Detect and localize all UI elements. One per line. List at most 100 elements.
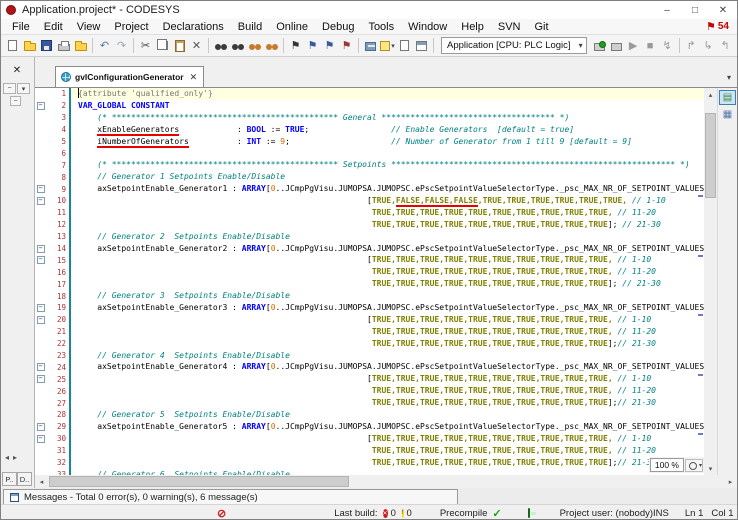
copy-button[interactable] (154, 37, 171, 54)
close-button[interactable]: ✕ (709, 1, 737, 19)
redo-button[interactable]: ↷ (113, 37, 130, 54)
code-line-4[interactable]: xEnableGenerators : BOOL := TRUE; // Ena… (71, 124, 704, 136)
horizontal-scroll-thumb[interactable] (49, 476, 349, 487)
menu-file[interactable]: File (5, 21, 37, 33)
code-line-29[interactable]: axSetpointEnable_Generator5 : ARRAY[0..J… (71, 421, 704, 433)
menu-project[interactable]: Project (107, 21, 155, 33)
panel-tab-scroll-left[interactable]: ◂ (5, 453, 9, 462)
find-button[interactable] (212, 37, 229, 54)
code-line-9[interactable]: axSetpointEnable_Generator1 : ARRAY[0..J… (71, 183, 704, 195)
login-button[interactable] (591, 37, 608, 54)
fold-collapse-icon[interactable]: − (37, 363, 45, 371)
fold-collapse-icon[interactable]: − (37, 316, 45, 324)
code-line-25[interactable]: [TRUE,TRUE,TRUE,TRUE,TRUE,TRUE,TRUE,TRUE… (71, 373, 704, 385)
zoom-level[interactable]: 100 % (650, 458, 684, 472)
code-line-32[interactable]: TRUE,TRUE,TRUE,TRUE,TRUE,TRUE,TRUE,TRUE,… (71, 457, 704, 469)
code-line-30[interactable]: [TRUE,TRUE,TRUE,TRUE,TRUE,TRUE,TRUE,TRUE… (71, 433, 704, 445)
tab-gvlconfigurationgenerator[interactable]: gvlConfigurationGenerator ✕ (55, 66, 204, 87)
start-button[interactable]: ▶ (625, 37, 642, 54)
code-line-2[interactable]: VAR_GLOBAL CONSTANT (71, 100, 704, 112)
scroll-down-icon[interactable]: ▾ (704, 462, 717, 475)
menu-edit[interactable]: Edit (37, 21, 70, 33)
code-line-3[interactable]: (* *************************************… (71, 112, 704, 124)
menu-declarations[interactable]: Declarations (156, 21, 231, 33)
panel-tab-scroll-right[interactable]: ▸ (13, 453, 17, 462)
code-line-24[interactable]: axSetpointEnable_Generator4 : ARRAY[0..J… (71, 361, 704, 373)
code-line-12[interactable]: TRUE,TRUE,TRUE,TRUE,TRUE,TRUE,TRUE,TRUE,… (71, 219, 704, 231)
new-file-button[interactable] (4, 37, 21, 54)
logout-button[interactable] (608, 37, 625, 54)
bookmark-previous-button[interactable]: ⚑ (321, 37, 338, 54)
tab-close-icon[interactable]: ✕ (190, 72, 198, 83)
bookmark-next-button[interactable]: ⚑ (304, 37, 321, 54)
code-pane[interactable]: {attribute 'qualified_only'}VAR_GLOBAL C… (71, 88, 704, 475)
menu-tools[interactable]: Tools (361, 21, 401, 33)
fold-collapse-icon[interactable]: − (37, 245, 45, 253)
paste-button[interactable] (171, 37, 188, 54)
horizontal-scrollbar[interactable]: ◂ ▸ (35, 475, 737, 488)
insert-mode[interactable]: INS (653, 508, 669, 519)
fold-collapse-icon[interactable]: − (37, 256, 45, 264)
save-button[interactable] (38, 37, 55, 54)
code-line-22[interactable]: TRUE,TRUE,TRUE,TRUE,TRUE,TRUE,TRUE,TRUE,… (71, 338, 704, 350)
bookmark-clear-button[interactable]: ⚑ (338, 37, 355, 54)
delete-button[interactable]: ✕ (188, 37, 205, 54)
panel-collapse-icon-2[interactable]: − (10, 96, 21, 106)
menu-view[interactable]: View (70, 21, 108, 33)
code-line-31[interactable]: TRUE,TRUE,TRUE,TRUE,TRUE,TRUE,TRUE,TRUE,… (71, 445, 704, 457)
code-line-20[interactable]: [TRUE,TRUE,TRUE,TRUE,TRUE,TRUE,TRUE,TRUE… (71, 314, 704, 326)
panel-dropdown-icon[interactable]: ▾ (17, 83, 30, 94)
find-in-project-button[interactable] (246, 37, 263, 54)
undo-button[interactable]: ↶ (96, 37, 113, 54)
code-line-21[interactable]: TRUE,TRUE,TRUE,TRUE,TRUE,TRUE,TRUE,TRUE,… (71, 326, 704, 338)
vertical-scrollbar[interactable]: ▴ ▾ (704, 88, 717, 475)
cut-button[interactable]: ✂ (137, 37, 154, 54)
code-line-7[interactable]: (* *************************************… (71, 159, 704, 171)
run-to-cursor-button[interactable]: ↦ (734, 37, 738, 54)
tabular-view-button[interactable]: ▦ (719, 107, 736, 122)
code-line-8[interactable]: // Generator 1 Setpoints Enable/Disable (71, 171, 704, 183)
code-line-15[interactable]: [TRUE,TRUE,TRUE,TRUE,TRUE,TRUE,TRUE,TRUE… (71, 254, 704, 266)
fold-collapse-icon[interactable]: − (37, 375, 45, 383)
code-line-5[interactable]: iNumberOfGenerators : INT := 9; // Numbe… (71, 136, 704, 148)
print-button[interactable] (55, 37, 72, 54)
magnifier-zoom-icon[interactable] (685, 459, 703, 472)
open-project-button[interactable] (21, 37, 38, 54)
active-application-combo[interactable]: Application [CPU: PLC Logic]▾ (441, 37, 587, 54)
menu-online[interactable]: Online (269, 21, 315, 33)
pous-panel-tab[interactable]: P.. (2, 472, 17, 486)
menu-window[interactable]: Window (401, 21, 454, 33)
code-line-16[interactable]: TRUE,TRUE,TRUE,TRUE,TRUE,TRUE,TRUE,TRUE,… (71, 266, 704, 278)
messages-tab[interactable]: Messages - Total 0 error(s), 0 warning(s… (3, 489, 458, 504)
code-line-1[interactable]: {attribute 'qualified_only'} (71, 88, 704, 100)
menu-svn[interactable]: SVN (491, 21, 528, 33)
stop-button[interactable]: ■ (642, 37, 659, 54)
vertical-scroll-thumb[interactable] (705, 113, 716, 198)
code-line-28[interactable]: // Generator 5 Setpoints Enable/Disable (71, 409, 704, 421)
bookmark-toggle-button[interactable]: ⚑ (287, 37, 304, 54)
code-line-14[interactable]: axSetpointEnable_Generator2 : ARRAY[0..J… (71, 243, 704, 255)
chevron-down-icon[interactable]: ▾ (391, 42, 395, 50)
minimize-button[interactable]: – (653, 1, 681, 19)
menu-git[interactable]: Git (528, 21, 556, 33)
scroll-right-icon[interactable]: ▸ (724, 475, 737, 488)
update-device-button[interactable] (413, 37, 430, 54)
code-line-19[interactable]: axSetpointEnable_Generator3 : ARRAY[0..J… (71, 302, 704, 314)
force-values-button[interactable]: ↯ (659, 37, 676, 54)
tab-list-dropdown-icon[interactable]: ▾ (727, 73, 731, 82)
devices-panel-tab[interactable]: D.. (17, 472, 32, 486)
step-into-button[interactable]: ↳ (700, 37, 717, 54)
scroll-left-icon[interactable]: ◂ (35, 475, 48, 488)
build-button[interactable] (362, 37, 379, 54)
generate-code-button[interactable]: ▾ (379, 37, 396, 54)
replace-in-project-button[interactable] (263, 37, 280, 54)
fold-collapse-icon[interactable]: − (37, 423, 45, 431)
pragma-flag-count[interactable]: 54 (718, 21, 729, 32)
chevron-down-icon[interactable]: ▾ (579, 41, 583, 50)
code-line-10[interactable]: [TRUE,FALSE,FALSE,FALSE,TRUE,TRUE,TRUE,T… (71, 195, 704, 207)
code-line-13[interactable]: // Generator 2 Setpoints Enable/Disable (71, 231, 704, 243)
fold-collapse-icon[interactable]: − (37, 102, 45, 110)
textual-view-button[interactable]: ▤ (719, 90, 736, 105)
panel-close-button[interactable]: ✕ (9, 63, 25, 77)
menu-help[interactable]: Help (454, 21, 491, 33)
